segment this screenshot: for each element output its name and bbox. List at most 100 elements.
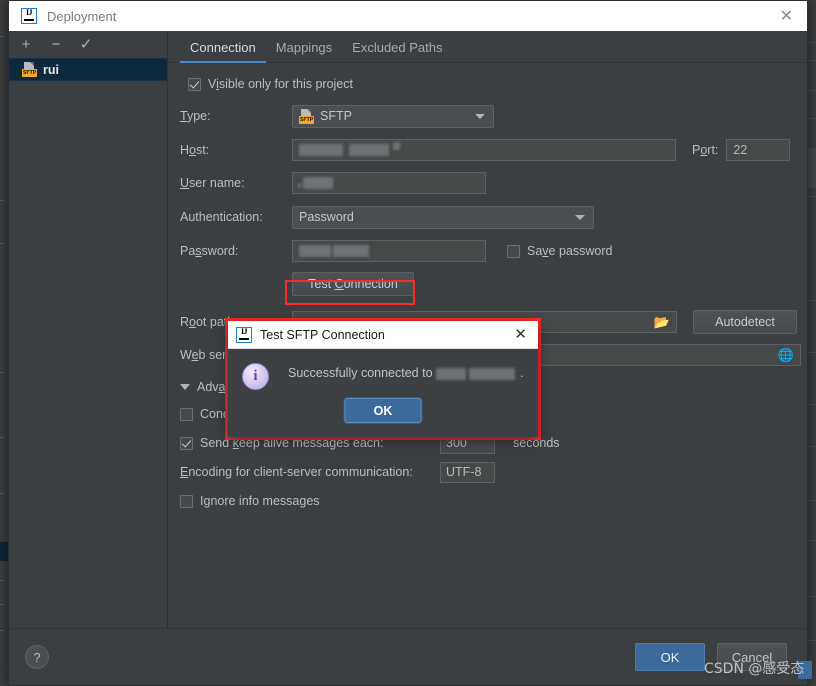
modal-body: Successfully connected to . bbox=[228, 349, 538, 390]
chevron-down-icon bbox=[475, 114, 485, 119]
authentication-selected-value: Password bbox=[299, 210, 354, 224]
sftp-badge-label: SFTP bbox=[22, 69, 37, 77]
help-icon[interactable]: ? bbox=[25, 645, 49, 669]
gutter-tick bbox=[0, 372, 4, 373]
test-connection-button[interactable]: Test Connection bbox=[292, 272, 414, 296]
username-input[interactable] bbox=[292, 172, 486, 194]
ignore-info-label: Ignore info messages bbox=[200, 494, 320, 508]
host-label: Host: bbox=[180, 143, 210, 157]
password-row: Password: Save password bbox=[180, 240, 807, 262]
gutter-tick bbox=[0, 493, 4, 494]
gutter-tick bbox=[0, 36, 4, 37]
gutter-tick bbox=[0, 580, 4, 581]
password-label: Password: bbox=[180, 244, 239, 258]
scrollbar-marker bbox=[808, 596, 816, 597]
modal-message-period: . bbox=[520, 366, 524, 380]
footer-buttons: OK Cancel bbox=[635, 643, 787, 671]
scrollbar-thumb[interactable] bbox=[808, 148, 816, 188]
authentication-select[interactable]: Password bbox=[292, 205, 594, 229]
encoding-label: Encoding for client-server communication… bbox=[180, 465, 413, 479]
ignore-info-row[interactable]: Ignore info messages bbox=[180, 492, 807, 510]
dialog-footer: ? OK Cancel bbox=[9, 628, 807, 685]
gutter-tick bbox=[0, 200, 4, 201]
port-label: Port: bbox=[692, 143, 719, 157]
gutter-tick bbox=[0, 630, 4, 631]
type-select[interactable]: SFTP SFTP bbox=[292, 104, 494, 128]
save-password-checkbox[interactable] bbox=[507, 244, 520, 258]
autodetect-button[interactable]: Autodetect bbox=[693, 310, 797, 334]
modal-ok-button[interactable]: OK bbox=[344, 398, 422, 423]
test-sftp-connection-dialog-highlight: Test SFTP Connection ✕ Successfully conn… bbox=[225, 318, 541, 440]
gutter-tick bbox=[0, 604, 4, 605]
modal-message: Successfully connected to . bbox=[288, 366, 524, 380]
scrollbar-marker bbox=[808, 60, 816, 61]
dialog-titlebar: Deployment ✕ bbox=[9, 1, 807, 32]
gutter-tick bbox=[0, 437, 4, 438]
intellij-idea-logo-icon bbox=[21, 8, 37, 24]
background-right-scrollbar[interactable] bbox=[808, 0, 816, 686]
list-item[interactable]: SFTP rui bbox=[9, 58, 167, 81]
visible-only-checkbox-row[interactable]: Visible only for this project bbox=[188, 75, 807, 93]
redacted-hostname bbox=[436, 367, 520, 380]
tab-connection[interactable]: Connection bbox=[180, 40, 266, 63]
password-input[interactable] bbox=[292, 240, 486, 262]
folder-icon[interactable]: 📂 bbox=[654, 316, 670, 329]
sftp-badge-label: SFTP bbox=[299, 115, 314, 124]
editor-line-highlight bbox=[0, 542, 8, 561]
scrollbar-marker bbox=[808, 90, 816, 91]
modal-message-text: Successfully connected to bbox=[288, 366, 433, 380]
sftp-server-icon: SFTP bbox=[22, 62, 37, 77]
ok-button[interactable]: OK bbox=[635, 643, 705, 671]
cancel-button[interactable]: Cancel bbox=[717, 643, 787, 671]
close-icon[interactable]: ✕ bbox=[780, 8, 793, 24]
scrollbar-marker bbox=[808, 446, 816, 447]
visible-only-label: Visible only for this project bbox=[208, 77, 353, 91]
encoding-input[interactable]: UTF-8 bbox=[440, 461, 495, 483]
background-button-sliver bbox=[798, 661, 812, 679]
info-icon bbox=[242, 363, 269, 390]
scrollbar-marker bbox=[808, 640, 816, 641]
tab-excluded-paths[interactable]: Excluded Paths bbox=[342, 40, 452, 62]
globe-icon[interactable]: 🌐 bbox=[778, 349, 794, 362]
modal-titlebar: Test SFTP Connection ✕ bbox=[228, 321, 538, 349]
tab-bar: Connection Mappings Excluded Paths bbox=[168, 31, 807, 63]
type-selected-value: SFTP bbox=[320, 109, 352, 123]
scrollbar-marker bbox=[808, 352, 816, 353]
plus-icon[interactable]: + bbox=[19, 37, 33, 52]
scrollbar-marker bbox=[808, 540, 816, 541]
scrollbar-marker bbox=[808, 118, 816, 119]
server-list-toolbar: + − ✓ bbox=[9, 31, 167, 58]
modal-title: Test SFTP Connection bbox=[260, 327, 385, 342]
ignore-info-checkbox[interactable] bbox=[180, 494, 193, 508]
port-input[interactable]: 22 bbox=[726, 139, 791, 161]
scrollbar-marker bbox=[808, 196, 816, 197]
minus-icon[interactable]: − bbox=[49, 37, 63, 52]
server-list-panel: + − ✓ SFTP rui bbox=[9, 31, 168, 629]
encoding-row: Encoding for client-server communication… bbox=[180, 461, 807, 483]
scrollbar-marker bbox=[808, 42, 816, 43]
tab-mappings[interactable]: Mappings bbox=[266, 40, 342, 62]
sftp-icon: SFTP bbox=[299, 108, 314, 124]
keep-alive-checkbox[interactable] bbox=[180, 436, 193, 450]
username-row: User name: bbox=[180, 172, 807, 194]
scrollbar-marker bbox=[808, 500, 816, 501]
type-label: Type: bbox=[180, 109, 211, 123]
close-icon[interactable]: ✕ bbox=[514, 327, 527, 342]
connection-form: Visible only for this project Type: SFTP… bbox=[168, 63, 807, 510]
check-icon[interactable]: ✓ bbox=[79, 37, 93, 52]
chevron-down-icon bbox=[180, 384, 190, 390]
save-password-label: Save password bbox=[527, 244, 613, 258]
scrollbar-marker bbox=[808, 300, 816, 301]
dialog-title: Deployment bbox=[47, 8, 117, 24]
visible-only-checkbox[interactable] bbox=[188, 77, 201, 91]
screenshot-root: Deployment ✕ + − ✓ SFTP rui Connection bbox=[0, 0, 816, 686]
intellij-idea-logo-icon bbox=[236, 326, 252, 343]
authentication-row: Authentication: Password bbox=[180, 205, 807, 229]
concurrent-connections-checkbox[interactable] bbox=[180, 407, 193, 421]
host-input[interactable] bbox=[292, 139, 676, 161]
authentication-label: Authentication: bbox=[180, 210, 263, 224]
test-connection-row: Test Connection bbox=[180, 272, 807, 296]
type-row: Type: SFTP SFTP bbox=[180, 104, 807, 128]
list-item-label: rui bbox=[43, 62, 59, 77]
gutter-tick bbox=[0, 243, 4, 244]
